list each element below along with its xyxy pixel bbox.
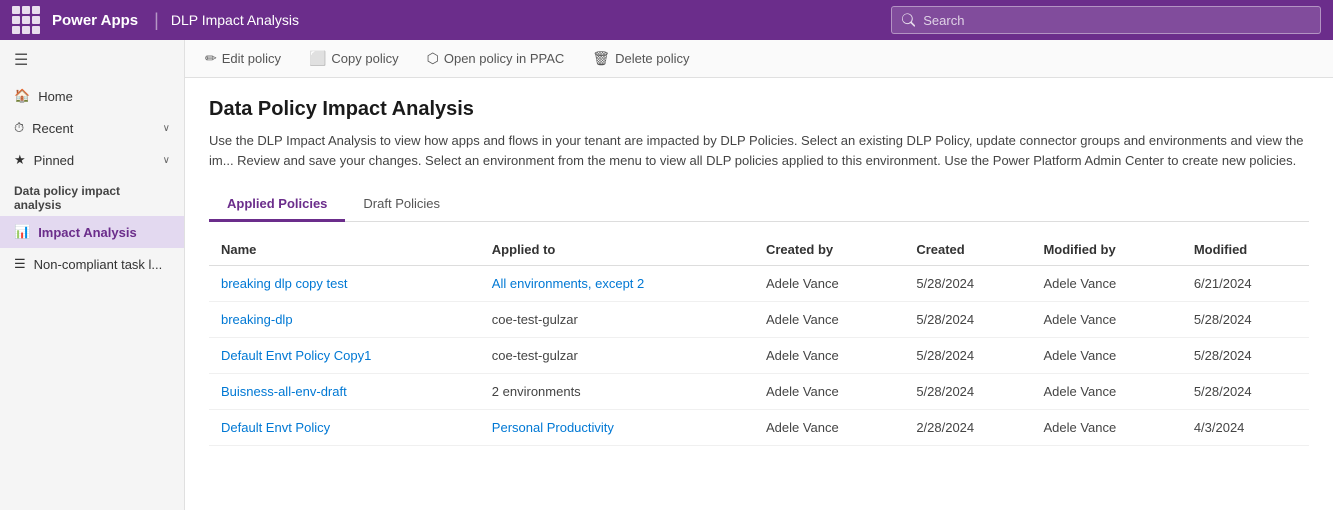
table-row: breaking dlp copy testAll environments, … [209, 266, 1309, 302]
cell-created-by: Adele Vance [754, 410, 904, 446]
table-row: Default Envt PolicyPersonal Productivity… [209, 410, 1309, 446]
cell-applied-to[interactable]: Personal Productivity [480, 410, 754, 446]
delete-policy-button[interactable]: 🗑 Delete policy [588, 48, 693, 69]
impact-analysis-icon: 📊 [14, 224, 30, 240]
tab-bar: Applied Policies Draft Policies [209, 188, 1309, 222]
col-name: Name [209, 234, 480, 266]
edit-icon: ✏ [205, 50, 217, 67]
table-row: Default Envt Policy Copy1coe-test-gulzar… [209, 338, 1309, 374]
home-icon: 🏠 [14, 88, 30, 104]
sidebar-item-pinned[interactable]: ★ Pinned ∨ [0, 144, 184, 176]
col-applied-to: Applied to [480, 234, 754, 266]
content-area: ✏ Edit policy ⬜ Copy policy ⬡ Open polic… [185, 40, 1333, 510]
copy-policy-button[interactable]: ⬜ Copy policy [305, 48, 403, 69]
cell-name[interactable]: breaking dlp copy test [209, 266, 480, 302]
table-header-row: Name Applied to Created by Created Modif… [209, 234, 1309, 266]
tab-draft-policies[interactable]: Draft Policies [345, 188, 458, 222]
edit-policy-button[interactable]: ✏ Edit policy [201, 48, 285, 69]
open-ppac-button[interactable]: ⬡ Open policy in PPAC [423, 48, 569, 69]
copy-icon: ⬜ [309, 50, 326, 67]
sidebar-section-label: Data policy impact analysis [0, 176, 184, 216]
recent-icon: ⏱ [14, 120, 24, 136]
cell-created-by: Adele Vance [754, 302, 904, 338]
sidebar-item-recent-label: Recent [32, 121, 155, 136]
table-row: Buisness-all-env-draft2 environmentsAdel… [209, 374, 1309, 410]
col-created-by: Created by [754, 234, 904, 266]
tab-applied-policies[interactable]: Applied Policies [209, 188, 345, 222]
cell-modified: 5/28/2024 [1182, 302, 1309, 338]
sidebar-item-impact-analysis[interactable]: 📊 Impact Analysis [0, 216, 184, 248]
search-bar[interactable] [891, 6, 1321, 34]
cell-applied-to: 2 environments [480, 374, 754, 410]
delete-icon: 🗑 [592, 50, 610, 67]
app-grid-icon[interactable] [12, 6, 40, 34]
page-title: Data Policy Impact Analysis [209, 98, 1309, 121]
cell-modified-by: Adele Vance [1031, 266, 1181, 302]
main-layout: ☰ 🏠 Home ⏱ Recent ∨ ★ Pinned ∨ Data poli… [0, 40, 1333, 510]
non-compliant-icon: ☰ [14, 256, 26, 272]
col-modified: Modified [1182, 234, 1309, 266]
cell-applied-to: coe-test-gulzar [480, 302, 754, 338]
sidebar-item-recent[interactable]: ⏱ Recent ∨ [0, 112, 184, 144]
cell-modified: 5/28/2024 [1182, 338, 1309, 374]
pinned-icon: ★ [14, 152, 26, 168]
recent-chevron-icon: ∨ [163, 123, 170, 134]
cell-created-by: Adele Vance [754, 338, 904, 374]
cell-applied-to: coe-test-gulzar [480, 338, 754, 374]
main-content: Data Policy Impact Analysis Use the DLP … [185, 78, 1333, 510]
cell-modified: 5/28/2024 [1182, 374, 1309, 410]
table-row: breaking-dlpcoe-test-gulzarAdele Vance5/… [209, 302, 1309, 338]
sidebar-item-pinned-label: Pinned [34, 153, 155, 168]
brand-label: Power Apps [52, 12, 138, 29]
cell-name[interactable]: Default Envt Policy [209, 410, 480, 446]
cell-created: 2/28/2024 [904, 410, 1031, 446]
cell-created: 5/28/2024 [904, 266, 1031, 302]
search-icon [902, 13, 915, 27]
cell-created: 5/28/2024 [904, 338, 1031, 374]
cell-created: 5/28/2024 [904, 302, 1031, 338]
page-description: Use the DLP Impact Analysis to view how … [209, 131, 1309, 170]
top-nav: Power Apps | DLP Impact Analysis [0, 0, 1333, 40]
sidebar-item-home-label: Home [38, 89, 170, 104]
col-created: Created [904, 234, 1031, 266]
cell-created-by: Adele Vance [754, 374, 904, 410]
cell-created-by: Adele Vance [754, 266, 904, 302]
sidebar-item-impact-label: Impact Analysis [38, 225, 170, 240]
open-ppac-icon: ⬡ [427, 50, 439, 67]
toolbar: ✏ Edit policy ⬜ Copy policy ⬡ Open polic… [185, 40, 1333, 78]
cell-created: 5/28/2024 [904, 374, 1031, 410]
edit-policy-label: Edit policy [222, 51, 281, 66]
nav-title: DLP Impact Analysis [171, 12, 299, 28]
cell-modified: 6/21/2024 [1182, 266, 1309, 302]
sidebar-hamburger[interactable]: ☰ [0, 40, 184, 80]
cell-modified-by: Adele Vance [1031, 374, 1181, 410]
open-ppac-label: Open policy in PPAC [444, 51, 564, 66]
cell-modified-by: Adele Vance [1031, 338, 1181, 374]
nav-separator: | [154, 10, 159, 31]
cell-name[interactable]: Buisness-all-env-draft [209, 374, 480, 410]
cell-name[interactable]: Default Envt Policy Copy1 [209, 338, 480, 374]
cell-name[interactable]: breaking-dlp [209, 302, 480, 338]
cell-modified-by: Adele Vance [1031, 302, 1181, 338]
delete-policy-label: Delete policy [615, 51, 689, 66]
copy-policy-label: Copy policy [331, 51, 398, 66]
cell-applied-to[interactable]: All environments, except 2 [480, 266, 754, 302]
pinned-chevron-icon: ∨ [163, 155, 170, 166]
sidebar: ☰ 🏠 Home ⏱ Recent ∨ ★ Pinned ∨ Data poli… [0, 40, 185, 510]
sidebar-item-non-compliant-label: Non-compliant task l... [34, 257, 170, 272]
policy-table: Name Applied to Created by Created Modif… [209, 234, 1309, 446]
search-input[interactable] [923, 13, 1310, 28]
sidebar-item-home[interactable]: 🏠 Home [0, 80, 184, 112]
sidebar-item-non-compliant[interactable]: ☰ Non-compliant task l... [0, 248, 184, 280]
cell-modified-by: Adele Vance [1031, 410, 1181, 446]
cell-modified: 4/3/2024 [1182, 410, 1309, 446]
col-modified-by: Modified by [1031, 234, 1181, 266]
